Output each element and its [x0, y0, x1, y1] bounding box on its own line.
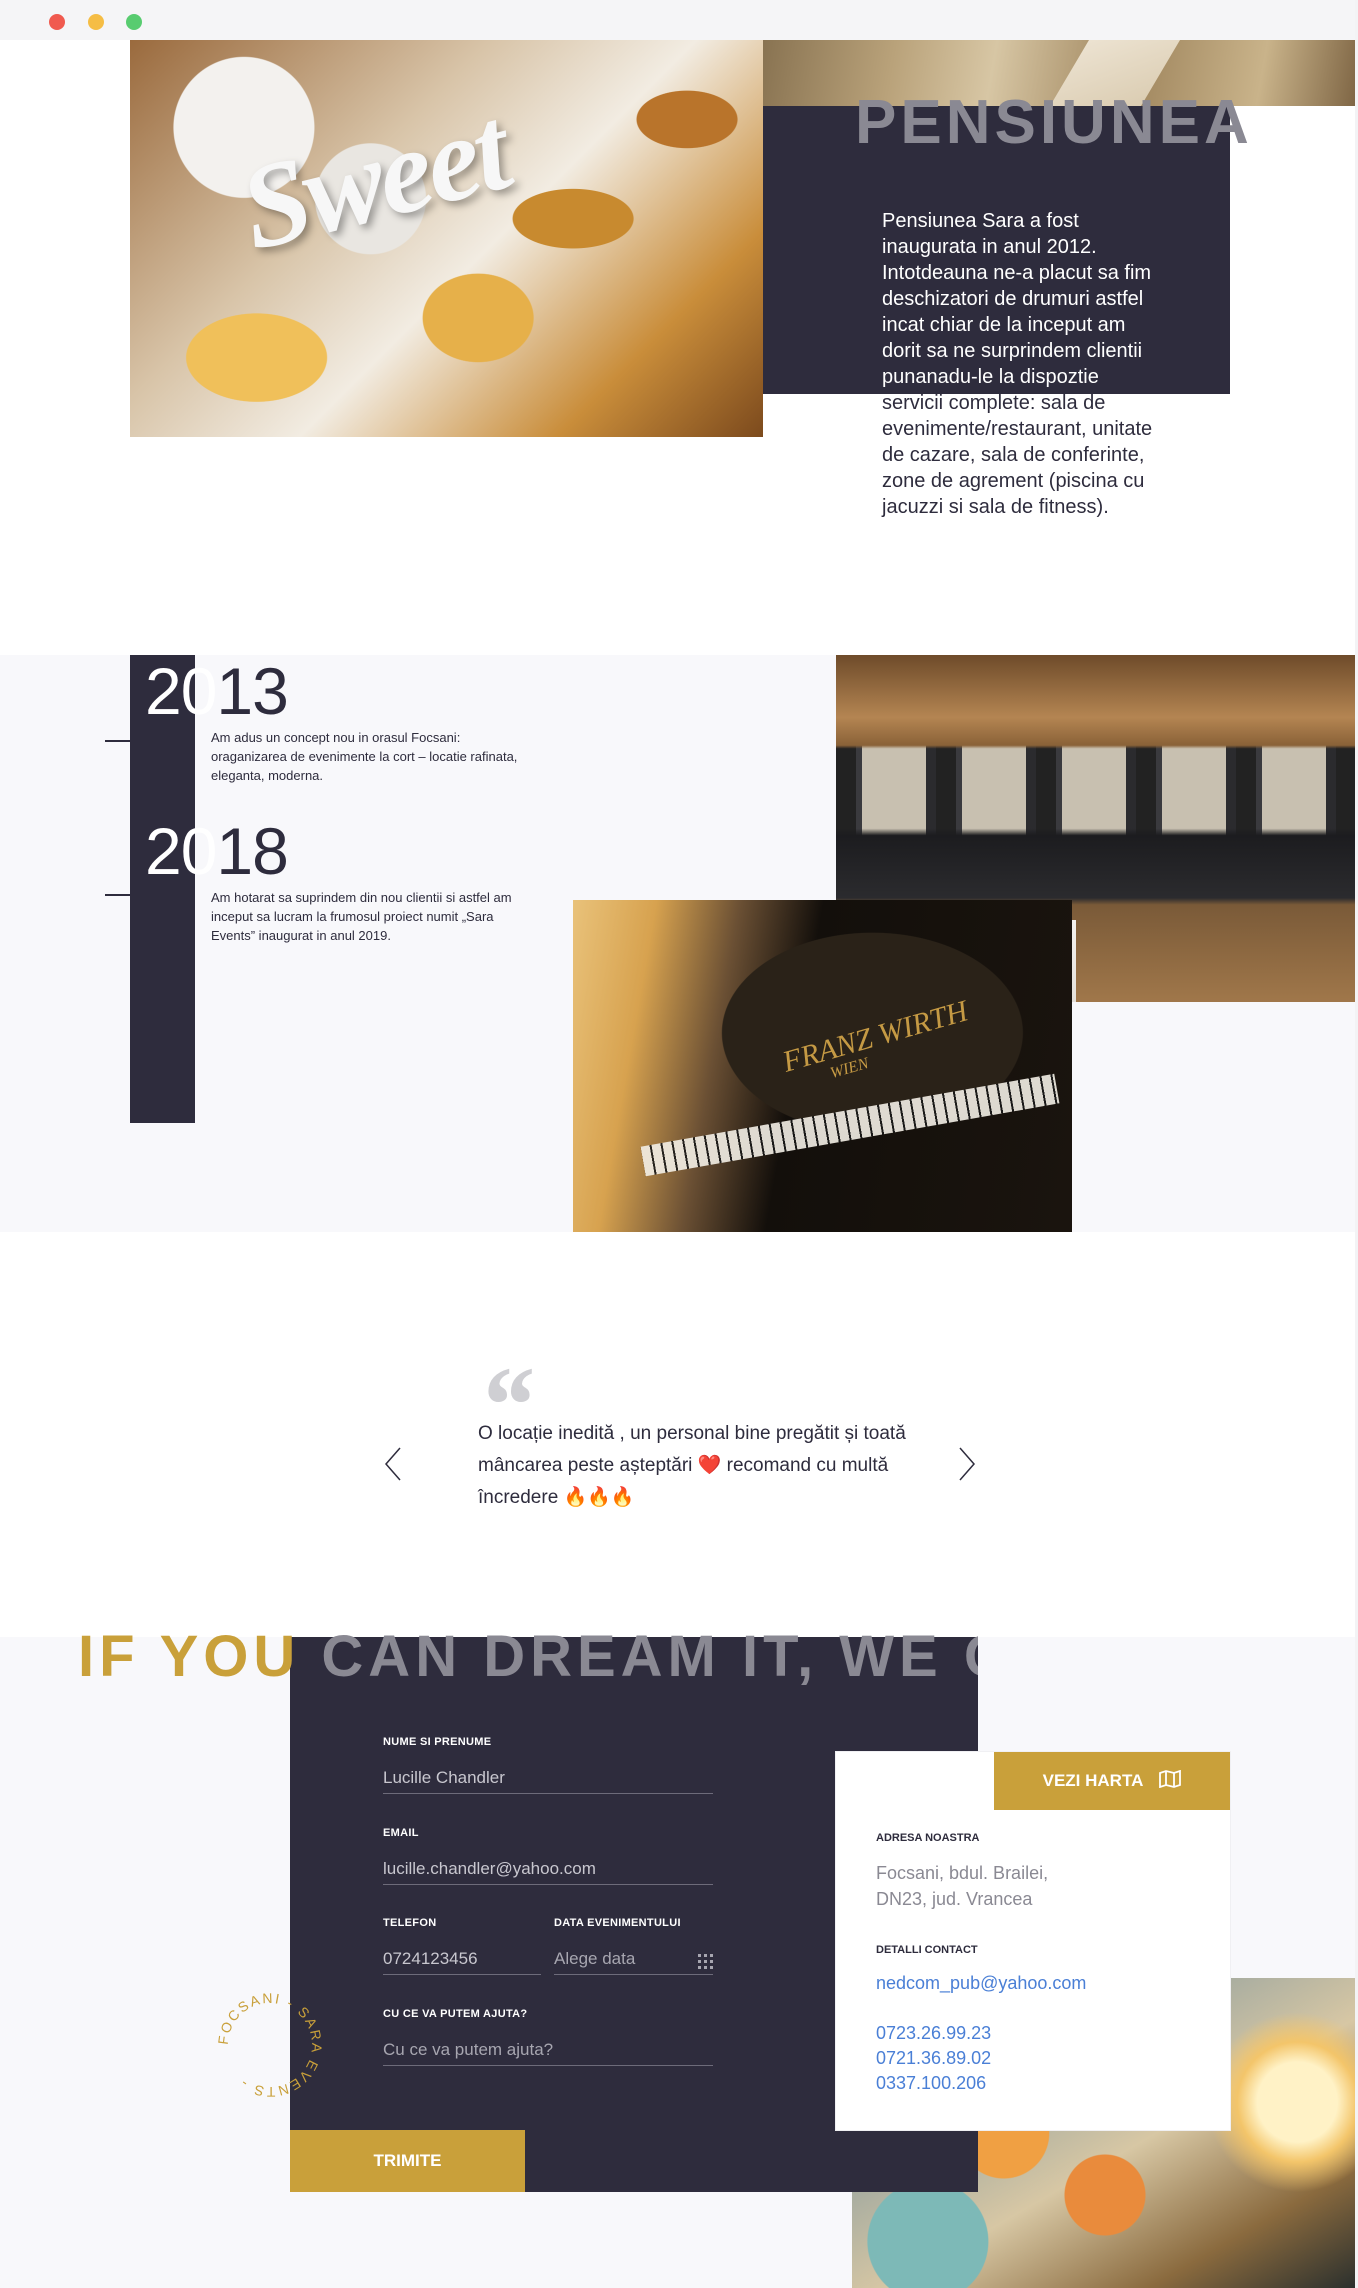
phone-label: TELEFON	[383, 1917, 437, 1929]
timeline-year-2013: 2013	[145, 658, 289, 724]
contact-phone-link[interactable]: 0721.36.89.02	[876, 2045, 991, 2071]
address-line-2: DN23, jud. Vrancea	[876, 1889, 1033, 1909]
window-titlebar	[0, 0, 1358, 40]
timeline-year-2018: 2018	[145, 818, 289, 884]
help-label: CU CE VA PUTEM AJUTA?	[383, 2008, 528, 2020]
desserts-image: Sweet	[130, 40, 763, 437]
name-input[interactable]	[383, 1762, 713, 1794]
timeline-year-suffix: 13	[216, 654, 288, 728]
view-map-label: VEZI HARTA	[1042, 1771, 1144, 1790]
timeline-text-2013: Am adus un concept nou in orasul Focsani…	[211, 730, 518, 783]
sweet-sign-lettering: Sweet	[227, 81, 519, 276]
address-label: ADRESA NOASTRA	[876, 1832, 980, 1844]
circular-logo-text: FOCSANI - SARA EVENTS -	[215, 1990, 325, 2100]
submit-button[interactable]: TRIMITE	[290, 2130, 525, 2192]
chevron-left-icon[interactable]	[378, 1444, 408, 1484]
minimize-window-icon[interactable]	[88, 14, 104, 30]
map-icon	[1159, 1769, 1182, 1793]
timeline-year-suffix: 18	[216, 814, 288, 888]
quote-icon: “	[478, 1350, 533, 1420]
timeline-year-prefix: 20	[145, 654, 217, 728]
phone-input[interactable]	[383, 1943, 541, 1975]
help-input[interactable]	[383, 2034, 713, 2066]
close-window-icon[interactable]	[49, 14, 65, 30]
slogan-grey: CAN DREAM IT, WE C	[321, 1628, 978, 1689]
about-title: PENSIUNEA	[855, 88, 1253, 157]
chevron-right-icon[interactable]	[952, 1444, 982, 1484]
contact-details-label: DETALLI CONTACT	[876, 1944, 978, 1956]
name-label: NUME SI PRENUME	[383, 1736, 492, 1748]
calendar-icon[interactable]	[698, 1954, 714, 1970]
contact-phone-link[interactable]: 0337.100.206	[876, 2070, 986, 2096]
browser-window: Sweet PENSIUNEA Pensiunea Sara a fost in…	[0, 0, 1358, 2288]
email-label: EMAIL	[383, 1827, 419, 1839]
timeline-tick	[105, 740, 151, 742]
address-line-1: Focsani, bdul. Brailei,	[876, 1863, 1049, 1883]
slogan-banner: IF YOU CAN DREAM IT, WE C	[0, 1628, 978, 1698]
maximize-window-icon[interactable]	[126, 14, 142, 30]
contact-email-link[interactable]: nedcom_pub@yahoo.com	[876, 1970, 1086, 1996]
timeline-tick	[105, 894, 151, 896]
email-input[interactable]	[383, 1853, 713, 1885]
event-date-label: DATA EVENIMENTULUI	[554, 1917, 681, 1929]
circular-logo-label: FOCSANI - SARA EVENTS -	[215, 1990, 323, 2100]
timeline-text-2018: Am hotarat sa suprindem din nou clientii…	[211, 890, 512, 943]
event-date-input[interactable]	[554, 1943, 713, 1975]
slogan-gold: IF YOU	[78, 1628, 322, 1689]
view-map-button[interactable]: VEZI HARTA	[994, 1752, 1230, 1810]
svg-text:FOCSANI - SARA EVENTS -: FOCSANI - SARA EVENTS -	[215, 1990, 325, 2100]
timeline-year-prefix: 20	[145, 814, 217, 888]
testimonial-text: O locație inedită , un personal bine pre…	[478, 1423, 906, 1508]
slogan-text: IF YOU CAN DREAM IT, WE C	[78, 1628, 978, 1686]
contact-phone-link[interactable]: 0723.26.99.23	[876, 2020, 991, 2046]
